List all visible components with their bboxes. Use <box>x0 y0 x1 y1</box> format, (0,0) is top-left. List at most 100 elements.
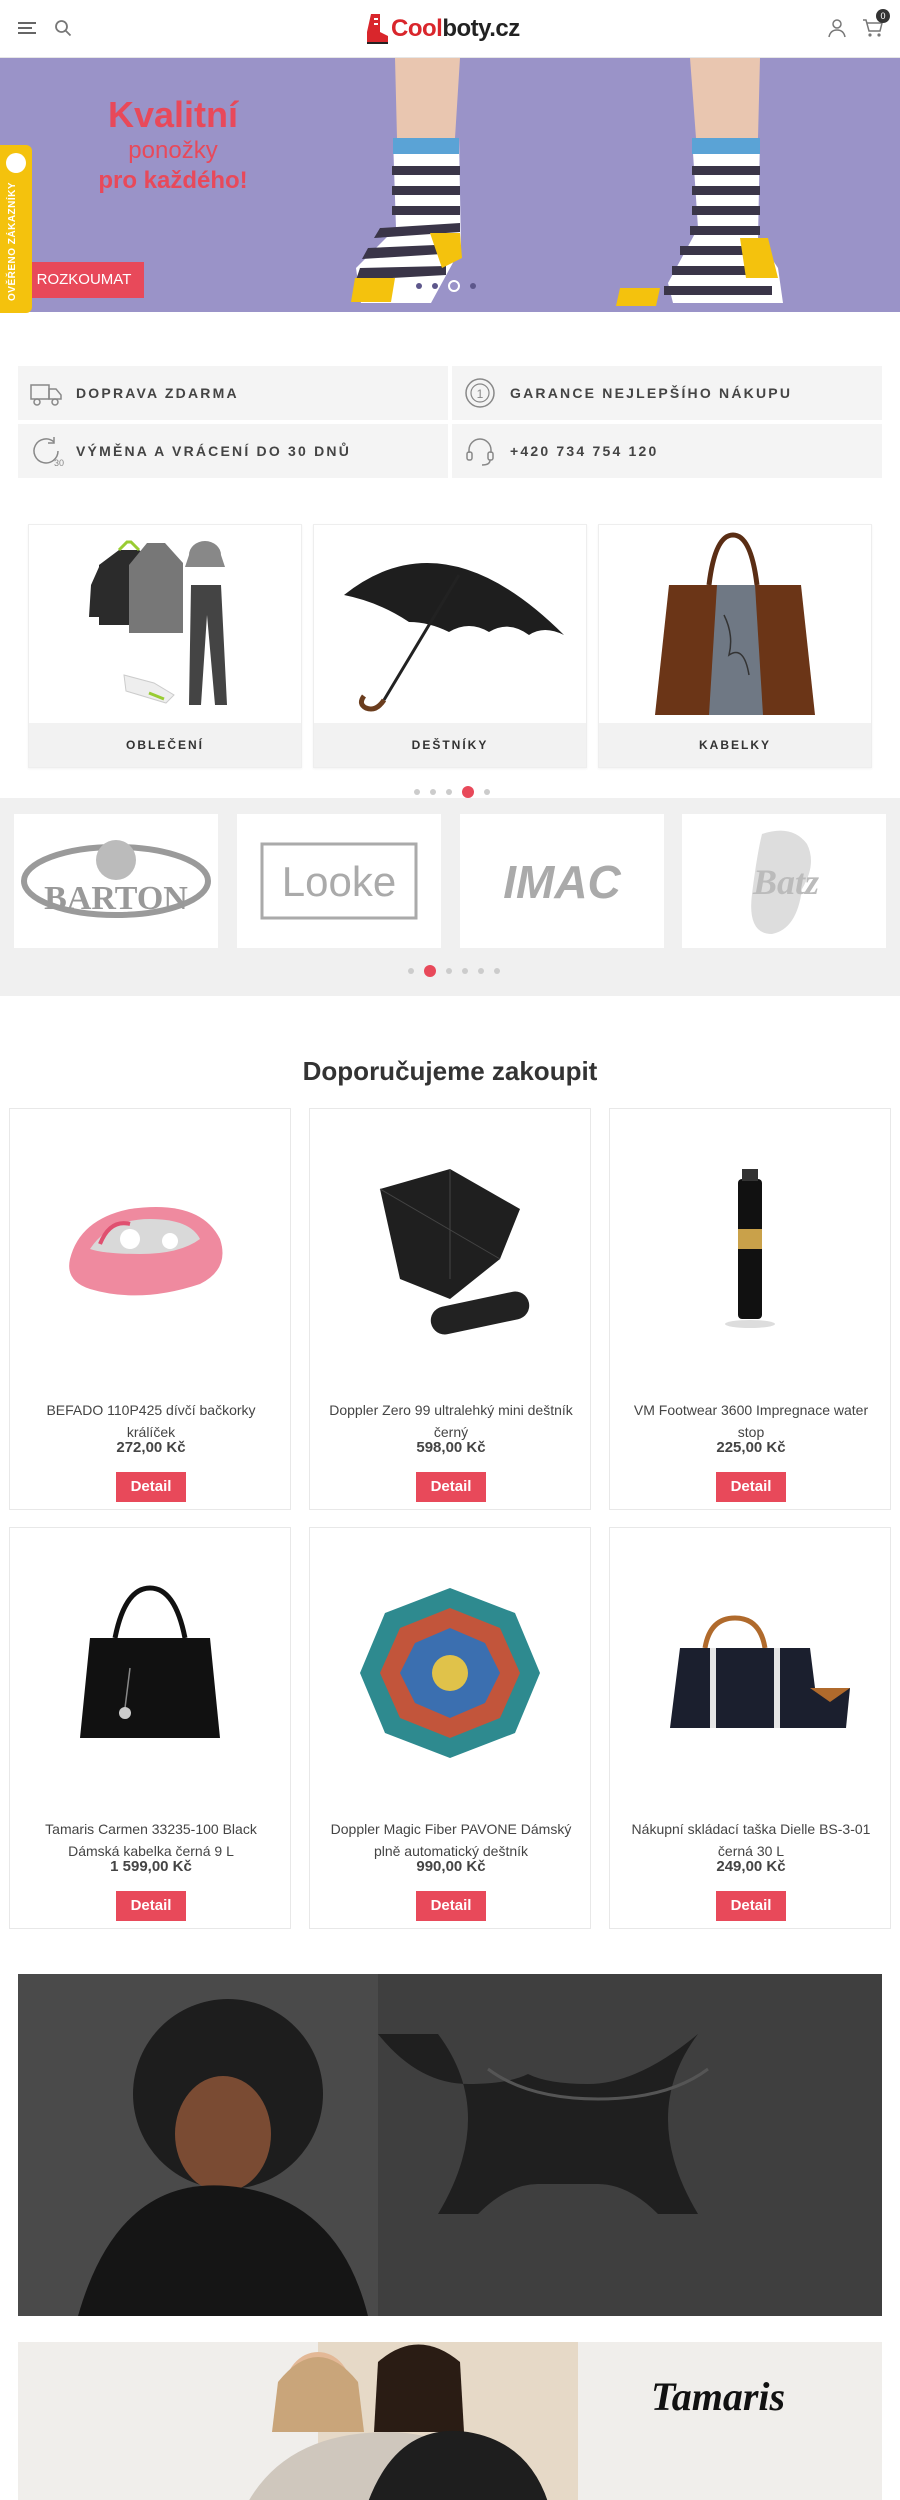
verified-seal-icon <box>6 153 26 173</box>
benefit-best-purchase: 1 GARANCE NEJLEPŠÍHO NÁKUPU <box>452 366 882 420</box>
product-name[interactable]: BEFADO 110P425 dívčí bačkorky králíček <box>24 1399 278 1443</box>
menu-icon[interactable] <box>18 22 36 35</box>
brand-imac[interactable]: IMAC <box>460 814 664 948</box>
brand-dot[interactable] <box>408 968 414 974</box>
batz-logo-text: Batz <box>752 862 819 902</box>
hero-banner[interactable]: Kvalitní ponožky pro každého! ROZKOUMAT <box>0 58 900 312</box>
product-image-umbrella <box>379 1169 530 1335</box>
brand-carousel-dots <box>408 965 500 977</box>
benefit-label: +420 734 754 120 <box>510 443 659 459</box>
category-dot-active[interactable] <box>462 786 474 798</box>
product-detail-button[interactable]: Detail <box>416 1472 486 1502</box>
product-image-patterned-umbrella <box>360 1588 540 1758</box>
hero-dot-2[interactable] <box>432 283 438 289</box>
clothing-image <box>89 540 227 705</box>
product-detail-button[interactable]: Detail <box>716 1891 786 1921</box>
tamaris-banner-image: Tamaris <box>18 2342 882 2500</box>
verified-reviews-tab[interactable]: OVĚŘENO ZÁKAZNÍKY <box>0 145 32 313</box>
product-card[interactable]: Tamaris Carmen 33235-100 Black Dámská ka… <box>9 1527 291 1929</box>
category-dot[interactable] <box>414 789 420 795</box>
brand-barton[interactable]: BARTON <box>14 814 218 948</box>
category-clothing[interactable]: OBLEČENÍ <box>28 524 302 768</box>
brand-batz[interactable]: Batz <box>682 814 886 948</box>
imac-logo-text: IMAC <box>503 856 621 908</box>
brand-looke[interactable]: Looke <box>237 814 441 948</box>
hero-dot-1[interactable] <box>416 283 422 289</box>
product-name[interactable]: Doppler Magic Fiber PAVONE Dámský plně a… <box>324 1818 578 1862</box>
site-logo[interactable]: Coolboty.cz <box>365 10 535 48</box>
benefit-label: DOPRAVA ZDARMA <box>76 385 239 401</box>
looke-logo: Looke <box>260 842 418 920</box>
svg-text:30: 30 <box>54 458 64 468</box>
benefit-free-shipping: DOPRAVA ZDARMA <box>18 366 448 420</box>
brand-carousel: BARTON Looke IMAC Batz <box>0 798 900 996</box>
product-card[interactable]: Nákupní skládací taška Dielle BS-3-01 če… <box>609 1527 891 1929</box>
umbrella-image <box>344 563 564 712</box>
product-card[interactable]: Doppler Zero 99 ultralehký mini deštník … <box>309 1108 591 1510</box>
product-name[interactable]: Doppler Zero 99 ultralehký mini deštník … <box>324 1399 578 1443</box>
brand-dot-active[interactable] <box>424 965 436 977</box>
tamaris-logo-text: Tamaris <box>651 2374 785 2419</box>
under-armour-banner[interactable] <box>18 1974 882 2316</box>
batz-logo: Batz <box>751 830 819 934</box>
product-detail-button[interactable]: Detail <box>116 1891 186 1921</box>
product-card[interactable]: Doppler Magic Fiber PAVONE Dámský plně a… <box>309 1527 591 1929</box>
barton-logo: BARTON <box>21 840 211 918</box>
hero-line-2: ponožky <box>128 137 218 164</box>
recommended-section-title: Doporučujeme zakoupit <box>302 1056 598 1086</box>
product-detail-button[interactable]: Detail <box>416 1891 486 1921</box>
hero-line-1: Kvalitní <box>107 94 239 135</box>
cart-count-badge: 0 <box>876 9 890 23</box>
product-image-spray <box>725 1169 775 1328</box>
truck-icon <box>30 384 62 406</box>
product-name[interactable]: VM Footwear 3600 Impregnace water stop <box>624 1399 878 1443</box>
category-label: DEŠTNÍKY <box>314 723 586 767</box>
product-price: 1 599,00 Kč <box>110 1858 192 1875</box>
benefit-phone[interactable]: +420 734 754 120 <box>452 424 882 478</box>
product-price: 272,00 Kč <box>116 1439 186 1456</box>
brand-dot[interactable] <box>478 968 484 974</box>
benefit-label: VÝMĚNA A VRÁCENÍ DO 30 DNŮ <box>76 443 352 459</box>
hero-dot-3-active[interactable] <box>448 280 460 292</box>
hero-line-3: pro každého! <box>98 167 248 194</box>
tamaris-banner[interactable]: Tamaris <box>18 2342 882 2500</box>
category-dot[interactable] <box>430 789 436 795</box>
under-armour-banner-image <box>18 1974 882 2316</box>
explore-button[interactable]: ROZKOUMAT <box>24 262 144 298</box>
hero-carousel-dots <box>416 280 476 292</box>
product-price: 598,00 Kč <box>416 1439 486 1456</box>
category-dot[interactable] <box>484 789 490 795</box>
product-image-shopping-bag <box>670 1615 850 1728</box>
imac-logo: IMAC <box>503 856 621 908</box>
category-dot[interactable] <box>446 789 452 795</box>
benefit-returns: 30 VÝMĚNA A VRÁCENÍ DO 30 DNŮ <box>18 424 448 478</box>
product-card[interactable]: VM Footwear 3600 Impregnace water stop 2… <box>609 1108 891 1510</box>
boot-logo-icon <box>367 14 388 44</box>
barton-logo-text: BARTON <box>44 880 188 917</box>
product-name[interactable]: Tamaris Carmen 33235-100 Black Dámská ka… <box>24 1818 278 1862</box>
product-image-slippers <box>69 1207 223 1296</box>
site-header: Coolboty.cz 0 <box>0 0 900 58</box>
category-handbags[interactable]: KABELKY <box>598 524 872 768</box>
product-price: 990,00 Kč <box>416 1858 486 1875</box>
product-detail-button[interactable]: Detail <box>116 1472 186 1502</box>
return-30-icon: 30 <box>33 437 64 468</box>
category-carousel-dots <box>414 786 490 798</box>
product-card[interactable]: BEFADO 110P425 dívčí bačkorky králíček 2… <box>9 1108 291 1510</box>
category-umbrellas[interactable]: DEŠTNÍKY <box>313 524 587 768</box>
product-name[interactable]: Nákupní skládací taška Dielle BS-3-01 če… <box>624 1818 878 1862</box>
brand-dot[interactable] <box>462 968 468 974</box>
category-label: KABELKY <box>599 723 871 767</box>
user-icon[interactable] <box>827 18 847 38</box>
logo-suffix: boty.cz <box>442 15 520 42</box>
hero-dot-4[interactable] <box>470 283 476 289</box>
search-icon[interactable] <box>54 19 72 37</box>
brand-dot[interactable] <box>446 968 452 974</box>
product-detail-button[interactable]: Detail <box>716 1472 786 1502</box>
looke-logo-text: Looke <box>282 858 396 905</box>
benefit-label: GARANCE NEJLEPŠÍHO NÁKUPU <box>510 385 793 401</box>
medal-icon: 1 <box>465 378 495 408</box>
category-label: OBLEČENÍ <box>29 723 301 767</box>
brand-dot[interactable] <box>494 968 500 974</box>
logo-prefix: Cool <box>391 15 443 42</box>
